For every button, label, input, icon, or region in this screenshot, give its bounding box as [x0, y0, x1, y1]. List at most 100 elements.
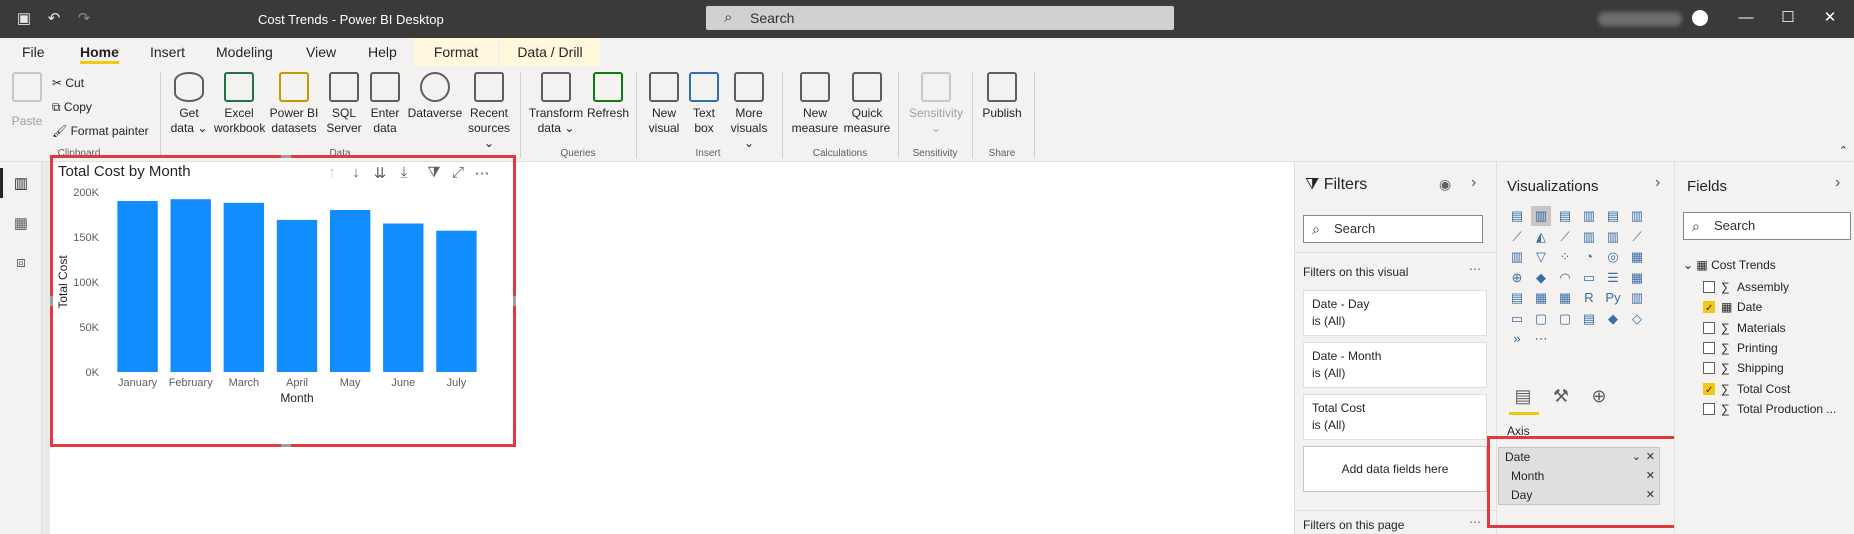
- next-level-icon[interactable]: ⇊: [371, 164, 389, 182]
- visual-type-icon[interactable]: ◠: [1555, 268, 1575, 288]
- tab-view[interactable]: View: [294, 38, 348, 66]
- collapse-fields-icon[interactable]: ›: [1835, 174, 1840, 192]
- copy-button[interactable]: ⧉ Copy: [52, 98, 92, 116]
- visual-type-icon[interactable]: R: [1579, 288, 1599, 308]
- avatar[interactable]: [1692, 10, 1708, 26]
- visual-type-icon[interactable]: ▥: [1627, 206, 1647, 226]
- visual-type-icon[interactable]: ▤: [1507, 206, 1527, 226]
- excel-workbook-button[interactable]: Excel workbook: [214, 72, 265, 136]
- paste-button[interactable]: Paste: [8, 72, 46, 129]
- visual-type-icon[interactable]: ⊕: [1507, 268, 1527, 288]
- collapse-viz-icon[interactable]: ›: [1655, 174, 1660, 192]
- filter-card-date-day[interactable]: Date - Day is (All): [1303, 290, 1487, 336]
- remove-field-icon[interactable]: ✕: [1646, 448, 1655, 467]
- visual-type-icon[interactable]: ▥: [1627, 288, 1647, 308]
- visual-type-icon[interactable]: ◆: [1603, 309, 1623, 329]
- visual-type-icon[interactable]: ▤: [1603, 206, 1623, 226]
- visual-type-icon[interactable]: ▤: [1507, 288, 1527, 308]
- cut-button[interactable]: ✂ Cut: [52, 74, 84, 92]
- visual-type-icon[interactable]: ▽: [1531, 247, 1551, 267]
- field-checkbox[interactable]: [1703, 362, 1715, 375]
- field-checkbox[interactable]: [1703, 321, 1715, 334]
- resize-handle[interactable]: [281, 444, 291, 447]
- tab-modeling[interactable]: Modeling: [204, 38, 285, 66]
- visual-type-icon[interactable]: ▦: [1555, 288, 1575, 308]
- axis-item-month[interactable]: Month ✕: [1499, 467, 1659, 486]
- visual-type-icon[interactable]: ◆: [1531, 268, 1551, 288]
- visual-type-icon[interactable]: ⋯: [1531, 329, 1551, 349]
- quick-measure-button[interactable]: Quick measure: [842, 72, 892, 136]
- collapse-ribbon-icon[interactable]: ⌃: [1839, 144, 1848, 157]
- save-icon[interactable]: ▣: [16, 11, 32, 27]
- publish-button[interactable]: Publish: [980, 72, 1024, 121]
- visual-type-icon[interactable]: ⟋: [1555, 227, 1575, 247]
- tab-format[interactable]: Format: [414, 38, 498, 66]
- visual-type-icon[interactable]: ◭: [1531, 227, 1551, 247]
- tab-home[interactable]: Home: [68, 38, 131, 66]
- minimize-icon[interactable]: —: [1736, 8, 1756, 28]
- refresh-button[interactable]: Refresh: [586, 72, 630, 121]
- field-checkbox[interactable]: [1703, 380, 1715, 402]
- visual-type-icon[interactable]: ▦: [1627, 247, 1647, 267]
- filters-search-input[interactable]: ⌕ Search: [1303, 215, 1483, 243]
- axis-item-date[interactable]: Date ⌄ ✕: [1499, 448, 1659, 467]
- visual-type-icon[interactable]: ⟋: [1627, 227, 1647, 247]
- more-options-icon[interactable]: ⋯: [1469, 515, 1481, 529]
- power-bi-datasets-button[interactable]: Power BI datasets: [266, 72, 322, 136]
- report-view-icon[interactable]: ▥: [0, 168, 31, 198]
- maximize-icon[interactable]: ☐: [1778, 8, 1798, 28]
- visual-type-icon[interactable]: Py: [1603, 288, 1623, 308]
- user-name-blurred[interactable]: [1598, 12, 1682, 26]
- format-paint-roller-icon[interactable]: ⚒: [1549, 384, 1573, 408]
- new-measure-button[interactable]: New measure: [790, 72, 840, 136]
- visual-type-icon[interactable]: ▦: [1627, 268, 1647, 288]
- visual-type-icon[interactable]: ▥: [1579, 227, 1599, 247]
- remove-field-icon[interactable]: ✕: [1646, 467, 1655, 486]
- analytics-icon[interactable]: ⊕: [1587, 384, 1611, 408]
- enter-data-button[interactable]: Enter data: [366, 72, 404, 136]
- remove-field-icon[interactable]: ✕: [1646, 486, 1655, 505]
- filter-card-date-month[interactable]: Date - Month is (All): [1303, 342, 1487, 388]
- chevron-down-icon[interactable]: ⌄: [1632, 448, 1641, 467]
- visual-type-icon[interactable]: ◎: [1603, 247, 1623, 267]
- title-search-box[interactable]: ⌕ Search: [706, 6, 1174, 30]
- drill-down-icon[interactable]: ↓: [347, 164, 365, 181]
- visual-type-icon[interactable]: ◔: [1579, 247, 1599, 267]
- visual-type-icon[interactable]: »: [1507, 329, 1527, 349]
- visual-type-icon[interactable]: ▥: [1507, 247, 1527, 267]
- axis-well-box[interactable]: Date ⌄ ✕ Month ✕ Day ✕: [1498, 447, 1660, 505]
- axis-item-day[interactable]: Day ✕: [1499, 486, 1659, 505]
- field-checkbox[interactable]: [1703, 341, 1715, 354]
- visual-type-icon[interactable]: ▢: [1555, 309, 1575, 329]
- format-painter-button[interactable]: 🖌 Format painter: [52, 122, 149, 140]
- visual-type-icon[interactable]: ▥: [1579, 206, 1599, 226]
- tab-help[interactable]: Help: [356, 38, 409, 66]
- drill-up-icon[interactable]: ↑: [323, 164, 341, 181]
- collapse-filters-icon[interactable]: ›: [1471, 174, 1476, 192]
- visual-type-icon[interactable]: ▥: [1603, 227, 1623, 247]
- dataverse-button[interactable]: Dataverse: [406, 72, 464, 121]
- resize-handle[interactable]: [281, 155, 291, 158]
- visual-type-icon[interactable]: ◇: [1627, 309, 1647, 329]
- visual-type-icon[interactable]: ▥: [1531, 206, 1551, 226]
- fields-search-input[interactable]: ⌕ Search: [1683, 212, 1851, 240]
- field-checkbox[interactable]: [1703, 298, 1715, 320]
- add-data-fields-dropzone[interactable]: Add data fields here: [1303, 446, 1487, 492]
- text-box-button[interactable]: Text box: [686, 72, 722, 136]
- visual-type-icon[interactable]: ▤: [1555, 206, 1575, 226]
- table-cost-trends[interactable]: ⌄ ▦ Cost Trends: [1683, 254, 1776, 276]
- visual-type-icon[interactable]: ⟋: [1507, 227, 1527, 247]
- recent-sources-button[interactable]: Recent sources ⌄: [464, 72, 514, 151]
- transform-data-button[interactable]: Transform data ⌄: [528, 72, 584, 136]
- more-visuals-button[interactable]: More visuals ⌄: [724, 72, 774, 151]
- visual-type-icon[interactable]: ▤: [1579, 309, 1599, 329]
- data-view-icon[interactable]: ▦: [11, 214, 31, 232]
- tab-data-drill[interactable]: Data / Drill: [500, 38, 600, 66]
- filter-icon[interactable]: ⧩: [425, 164, 443, 181]
- tab-insert[interactable]: Insert: [138, 38, 197, 66]
- get-data-button[interactable]: Get data ⌄: [168, 72, 210, 136]
- more-options-icon[interactable]: ⋯: [473, 164, 491, 182]
- more-options-icon[interactable]: ⋯: [1469, 262, 1481, 276]
- field-checkbox[interactable]: [1703, 402, 1715, 415]
- resize-handle[interactable]: [513, 296, 516, 306]
